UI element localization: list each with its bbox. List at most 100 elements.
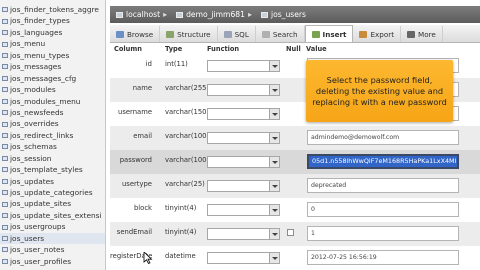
breadcrumb-server[interactable]: localhost bbox=[110, 10, 160, 19]
field-type: varchar(25) bbox=[165, 180, 205, 188]
field-name: usertype bbox=[121, 180, 152, 188]
sidebar-table-item[interactable]: jos_users bbox=[0, 232, 105, 245]
function-select[interactable] bbox=[207, 84, 280, 96]
sidebar-table-item[interactable]: jos_finder_tokens_aggre bbox=[0, 4, 105, 15]
table-list-sidebar: jos_finder_tokens_aggre jos_finder_types j… bbox=[0, 0, 106, 270]
tab-more[interactable]: More bbox=[401, 26, 443, 42]
sidebar-table-item[interactable]: jos_user_profiles bbox=[0, 256, 105, 267]
insert-icon bbox=[311, 30, 320, 38]
chevron-down-icon bbox=[269, 109, 279, 119]
field-name: id bbox=[145, 60, 152, 68]
sidebar-table-item[interactable]: jos_modules bbox=[0, 84, 105, 95]
sidebar-table-item[interactable]: jos_menu bbox=[0, 38, 105, 49]
table-icon bbox=[2, 41, 8, 47]
action-tabs: Browse Structure SQL Search Insert Export More bbox=[110, 25, 480, 43]
sidebar-table-label: jos_messages_cfg bbox=[10, 73, 77, 83]
field-type: tinyint(4) bbox=[165, 228, 197, 236]
tab-label: Search bbox=[272, 29, 298, 39]
tab-export[interactable]: Export bbox=[353, 26, 402, 42]
sidebar-table-item[interactable]: jos_overrides bbox=[0, 118, 105, 129]
sidebar-table-label: jos_menu_types bbox=[10, 50, 70, 60]
sidebar-table-item[interactable]: jos_update_sites_extensi bbox=[0, 210, 105, 221]
function-select[interactable] bbox=[207, 252, 280, 264]
chevron-down-icon bbox=[269, 229, 279, 239]
field-name: name bbox=[132, 84, 152, 92]
table-icon bbox=[2, 133, 8, 139]
value-input-registerdate[interactable]: 2012-07-25 16:56:19 bbox=[307, 250, 459, 265]
browse-icon bbox=[116, 30, 124, 38]
sidebar-table-item[interactable]: jos_usergroups bbox=[0, 221, 105, 232]
phpmyadmin-window: { "sidebar": { "tables": [ "jos_finder_t… bbox=[0, 0, 480, 270]
sidebar-table-item[interactable]: jos_messages_cfg bbox=[0, 73, 105, 84]
tab-label: Insert bbox=[322, 29, 347, 39]
table-icon bbox=[2, 201, 8, 207]
table-icon bbox=[260, 11, 268, 18]
tab-search[interactable]: Search bbox=[256, 26, 305, 42]
field-row-password: password varchar(100) 05d1.n558lhWwQlF7eM1… bbox=[110, 150, 480, 174]
sidebar-table-label: jos_overrides bbox=[10, 119, 59, 129]
tab-sql[interactable]: SQL bbox=[218, 26, 256, 42]
header-null: Null bbox=[286, 45, 301, 53]
function-select[interactable] bbox=[207, 204, 280, 216]
sidebar-table-label: jos_finder_types bbox=[10, 16, 70, 26]
sidebar-table-label: jos_menu bbox=[10, 39, 46, 49]
function-select[interactable] bbox=[207, 60, 280, 72]
sidebar-table-label: jos_newsfeeds bbox=[10, 107, 64, 117]
tab-label: SQL bbox=[234, 29, 249, 39]
function-select[interactable] bbox=[207, 228, 280, 240]
sidebar-table-item[interactable]: jos_redirect_links bbox=[0, 130, 105, 141]
field-row-email: email varchar(100) admindemo@demowolf.com bbox=[110, 126, 480, 150]
sidebar-table-item[interactable]: jos_schemas bbox=[0, 141, 105, 152]
field-row-registerdate: registerDate datetime 2012-07-25 16:56:19 bbox=[110, 246, 480, 270]
table-icon bbox=[2, 190, 8, 196]
value-input-block[interactable]: 0 bbox=[307, 202, 459, 217]
chevron-down-icon bbox=[269, 253, 279, 263]
value-input-password[interactable]: 05d1.n558lhWwQlF7eM168R5HaPKa1LxX4MI bbox=[307, 154, 459, 169]
sidebar-table-item[interactable]: jos_menu_types bbox=[0, 50, 105, 61]
sidebar-table-label: jos_template_styles bbox=[10, 165, 83, 175]
table-icon bbox=[2, 87, 8, 93]
sidebar-table-item[interactable]: jos_finder_types bbox=[0, 15, 105, 26]
sidebar-table-item[interactable]: jos_modules_menu bbox=[0, 96, 105, 107]
field-type: datetime bbox=[165, 252, 196, 260]
chevron-down-icon bbox=[269, 205, 279, 215]
function-select[interactable] bbox=[207, 180, 280, 192]
table-icon bbox=[2, 235, 8, 241]
breadcrumb-table[interactable]: jos_users bbox=[255, 10, 306, 19]
value-input-usertype[interactable]: deprecated bbox=[307, 178, 459, 193]
sidebar-table-item[interactable]: jos_user_notes bbox=[0, 244, 105, 255]
database-icon bbox=[176, 11, 184, 18]
function-select[interactable] bbox=[207, 108, 280, 120]
function-select[interactable] bbox=[207, 156, 280, 168]
sidebar-table-item[interactable]: jos_session bbox=[0, 153, 105, 164]
sidebar-table-item[interactable]: jos_languages bbox=[0, 27, 105, 38]
chevron-down-icon bbox=[269, 61, 279, 71]
insert-form-header: Column Type Function Null Value bbox=[110, 44, 480, 54]
value-input-sendemail[interactable]: 1 bbox=[307, 226, 459, 241]
sidebar-table-item[interactable]: jos_messages bbox=[0, 61, 105, 72]
field-type: varchar(150) bbox=[165, 108, 210, 116]
table-icon bbox=[2, 18, 8, 24]
null-checkbox[interactable] bbox=[287, 229, 294, 236]
value-input-email[interactable]: admindemo@demowolf.com bbox=[307, 130, 459, 145]
tab-structure[interactable]: Structure bbox=[160, 26, 218, 42]
sidebar-table-label: jos_user_notes bbox=[10, 245, 65, 255]
sidebar-table-label: jos_finder_tokens_aggre bbox=[10, 5, 99, 14]
breadcrumb-table-label: jos_users bbox=[270, 10, 306, 19]
breadcrumb-separator: ▸ bbox=[163, 10, 168, 19]
chevron-down-icon bbox=[407, 30, 416, 38]
table-icon bbox=[2, 258, 8, 264]
sidebar-table-item[interactable]: jos_newsfeeds bbox=[0, 107, 105, 118]
sidebar-table-item[interactable]: jos_template_styles bbox=[0, 164, 105, 175]
tab-insert[interactable]: Insert bbox=[304, 25, 354, 42]
tab-browse[interactable]: Browse bbox=[110, 26, 161, 42]
sidebar-table-item[interactable]: jos_update_categories bbox=[0, 187, 105, 198]
function-select[interactable] bbox=[207, 132, 280, 144]
sidebar-table-item[interactable]: jos_updates bbox=[0, 176, 105, 187]
breadcrumb-separator: ▸ bbox=[247, 10, 252, 19]
export-icon bbox=[359, 30, 368, 38]
field-row-block: block tinyint(4) 0 bbox=[110, 198, 480, 222]
sidebar-table-item[interactable]: jos_update_sites bbox=[0, 198, 105, 209]
breadcrumb-database[interactable]: demo_jimm681 bbox=[170, 10, 245, 19]
tab-label: Export bbox=[370, 29, 395, 39]
